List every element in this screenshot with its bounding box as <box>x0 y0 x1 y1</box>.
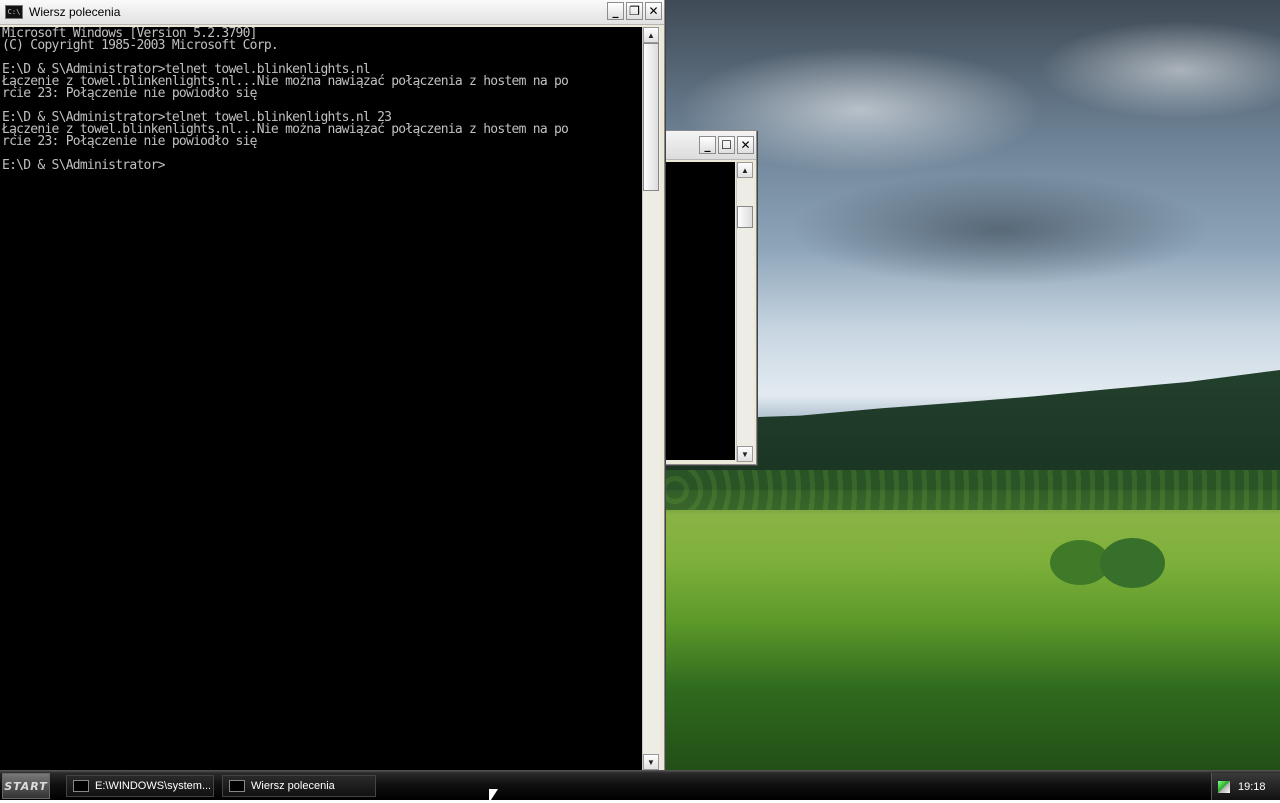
scroll-thumb[interactable] <box>643 43 659 191</box>
clock[interactable]: 19:18 <box>1238 781 1266 793</box>
taskbar-item-system-console[interactable]: E:\WINDOWS\system... <box>66 775 214 797</box>
scroll-down-arrow[interactable]: ▼ <box>643 754 659 770</box>
wallpaper-treeline <box>665 470 1280 510</box>
close-button[interactable]: ✕ <box>737 136 754 154</box>
scroll-thumb[interactable] <box>737 206 753 228</box>
console-output[interactable]: Microsoft Windows [Version 5.2.3790] (C) … <box>0 27 642 770</box>
system-tray: 19:18 <box>1211 773 1280 800</box>
network-icon[interactable] <box>1218 780 1230 793</box>
console-icon <box>73 780 89 792</box>
taskbar-item-wiersz-polecenia[interactable]: Wiersz polecenia <box>222 775 376 797</box>
command-prompt-window[interactable]: C:\ Wiersz polecenia _ ❐ ✕ Microsoft Win… <box>0 0 665 771</box>
console-icon <box>229 780 245 792</box>
minimize-button[interactable]: _ <box>607 2 624 20</box>
window-titlebar[interactable]: C:\ Wiersz polecenia _ ❐ ✕ <box>0 0 664 25</box>
close-button[interactable]: ✕ <box>645 2 662 20</box>
taskbar-item-label: Wiersz polecenia <box>251 780 335 792</box>
console-line: rcie 23: Połączenie nie powiodło się <box>2 86 258 101</box>
minimize-button[interactable]: _ <box>699 136 716 154</box>
scroll-down-arrow[interactable]: ▼ <box>737 446 753 462</box>
scroll-up-arrow[interactable]: ▲ <box>643 27 659 43</box>
scroll-up-arrow[interactable]: ▲ <box>737 162 753 178</box>
console-icon: C:\ <box>5 5 23 19</box>
window-title: Wiersz polecenia <box>29 5 121 19</box>
console-scrollbar[interactable]: ▲ ▼ <box>642 27 660 770</box>
taskbar-item-label: E:\WINDOWS\system... <box>95 780 212 792</box>
console-line: (C) Copyright 1985-2003 Microsoft Corp. <box>2 38 279 53</box>
taskbar: START E:\WINDOWS\system... Wiersz polece… <box>0 770 1280 800</box>
background-console-scrollbar[interactable]: ▲ ▼ <box>736 162 754 462</box>
start-button[interactable]: START <box>2 773 50 799</box>
console-line: E:\D & S\Administrator> <box>2 158 166 173</box>
console-line: rcie 23: Połączenie nie powiodło się <box>2 134 258 149</box>
maximize-button[interactable]: ☐ <box>718 136 735 154</box>
restore-button[interactable]: ❐ <box>626 2 643 20</box>
mouse-cursor-icon <box>489 789 498 803</box>
wallpaper-bush <box>1100 538 1165 588</box>
